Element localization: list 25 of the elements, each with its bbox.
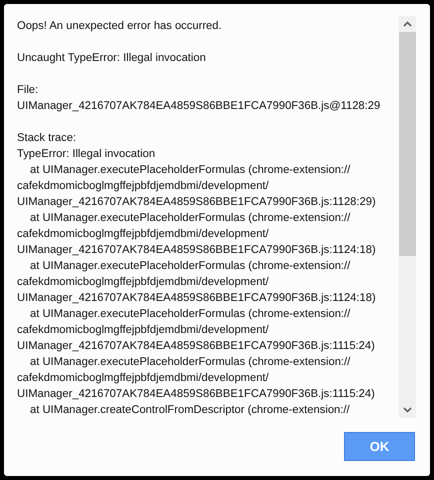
stack-trace-line: at UIManager.createControlFromDescriptor (chrome-extension:// xyxy=(29,403,350,418)
stack-trace-line: cafekdmomicboglmgffejpbfdjemdbmi/development/ xyxy=(17,227,269,242)
file-path: UIManager_4216707AK784EA4859S86BBE1FCA7990F36B.js@1128:29 xyxy=(17,99,380,114)
ok-button[interactable]: OK xyxy=(344,432,415,461)
stack-trace-line: UIManager_4216707AK784EA4859S86BBE1FCA7990F36B.js:1115:24) xyxy=(17,339,375,354)
stack-trace-line: cafekdmomicboglmgffejpbfdjemdbmi/development/ xyxy=(17,179,269,194)
error-message: Uncaught TypeError: Illegal invocation xyxy=(17,51,206,66)
stack-trace-line: UIManager_4216707AK784EA4859S86BBE1FCA7990F36B.js:1115:24) xyxy=(17,387,375,402)
stack-trace-line: UIManager_4216707AK784EA4859S86BBE1FCA7990F36B.js:1128:29) xyxy=(17,195,376,210)
stack-trace-label: Stack trace: xyxy=(17,131,76,146)
stack-trace-line: at UIManager.executePlaceholderFormulas (chrome-extension:// xyxy=(29,211,350,226)
stack-trace-error: TypeError: Illegal invocation xyxy=(17,147,156,162)
file-label: File: xyxy=(17,83,38,98)
scrollbar-thumb[interactable] xyxy=(399,32,416,256)
scrollbar[interactable] xyxy=(399,16,416,418)
stack-trace-line: UIManager_4216707AK784EA4859S86BBE1FCA7990F36B.js:1124:18) xyxy=(17,291,376,306)
stack-trace-line: cafekdmomicboglmgffejpbfdjemdbmi/development/ xyxy=(17,275,269,290)
stack-trace-line: at UIManager.executePlaceholderFormulas (chrome-extension:// xyxy=(29,259,350,274)
error-heading: Oops! An unexpected error has occurred. xyxy=(17,19,222,34)
stack-trace-line: at UIManager.executePlaceholderFormulas (chrome-extension:// xyxy=(29,307,350,322)
stack-trace-line: UIManager_4216707AK784EA4859S86BBE1FCA7990F36B.js:1124:18) xyxy=(17,243,376,258)
stack-trace-line: at UIManager.executePlaceholderFormulas (chrome-extension:// xyxy=(29,163,350,178)
stack-trace-line: cafekdmomicboglmgffejpbfdjemdbmi/development/ xyxy=(17,371,269,386)
stack-trace-line: cafekdmomicboglmgffejpbfdjemdbmi/development/ xyxy=(17,323,269,338)
stack-trace-line: at UIManager.executePlaceholderFormulas (chrome-extension:// xyxy=(29,355,350,370)
